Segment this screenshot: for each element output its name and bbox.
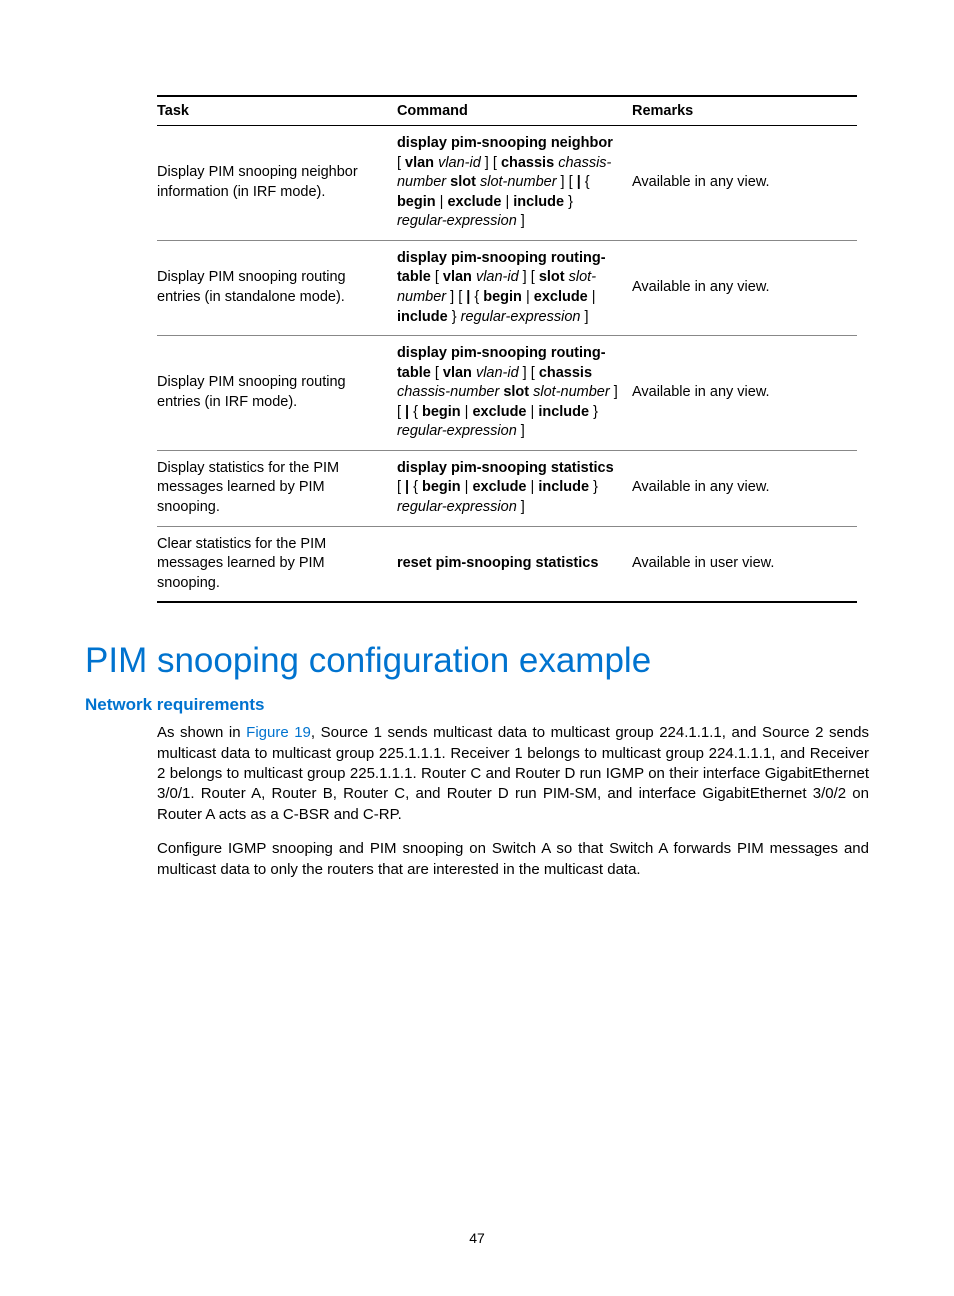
col-remarks: Remarks — [632, 96, 857, 126]
command-cell: display pim-snooping routing-table [ vla… — [397, 240, 632, 335]
command-table: Task Command Remarks Display PIM snoopin… — [157, 95, 857, 603]
remarks-cell: Available in any view. — [632, 240, 857, 335]
figure-link[interactable]: Figure 19 — [246, 724, 311, 741]
paragraph: As shown in Figure 19, Source 1 sends mu… — [157, 723, 869, 825]
remarks-cell: Available in any view. — [632, 336, 857, 451]
task-cell: Display PIM snooping neighbor informatio… — [157, 126, 397, 241]
task-cell: Clear statistics for the PIM messages le… — [157, 526, 397, 602]
table-row: Clear statistics for the PIM messages le… — [157, 526, 857, 602]
table-row: Display statistics for the PIM messages … — [157, 450, 857, 526]
paragraph: Configure IGMP snooping and PIM snooping… — [157, 839, 869, 880]
section-heading: PIM snooping configuration example — [85, 641, 869, 681]
command-cell: display pim-snooping routing-table [ vla… — [397, 336, 632, 451]
command-cell: reset pim-snooping statistics — [397, 526, 632, 602]
subsection-heading: Network requirements — [85, 695, 869, 715]
task-cell: Display statistics for the PIM messages … — [157, 450, 397, 526]
col-task: Task — [157, 96, 397, 126]
command-cell: display pim-snooping statistics [ | { be… — [397, 450, 632, 526]
task-cell: Display PIM snooping routing entries (in… — [157, 336, 397, 451]
remarks-cell: Available in user view. — [632, 526, 857, 602]
page-number: 47 — [0, 1230, 954, 1246]
remarks-cell: Available in any view. — [632, 450, 857, 526]
col-command: Command — [397, 96, 632, 126]
command-cell: display pim-snooping neighbor [ vlan vla… — [397, 126, 632, 241]
table-row: Display PIM snooping routing entries (in… — [157, 240, 857, 335]
task-cell: Display PIM snooping routing entries (in… — [157, 240, 397, 335]
remarks-cell: Available in any view. — [632, 126, 857, 241]
table-row: Display PIM snooping routing entries (in… — [157, 336, 857, 451]
table-row: Display PIM snooping neighbor informatio… — [157, 126, 857, 241]
